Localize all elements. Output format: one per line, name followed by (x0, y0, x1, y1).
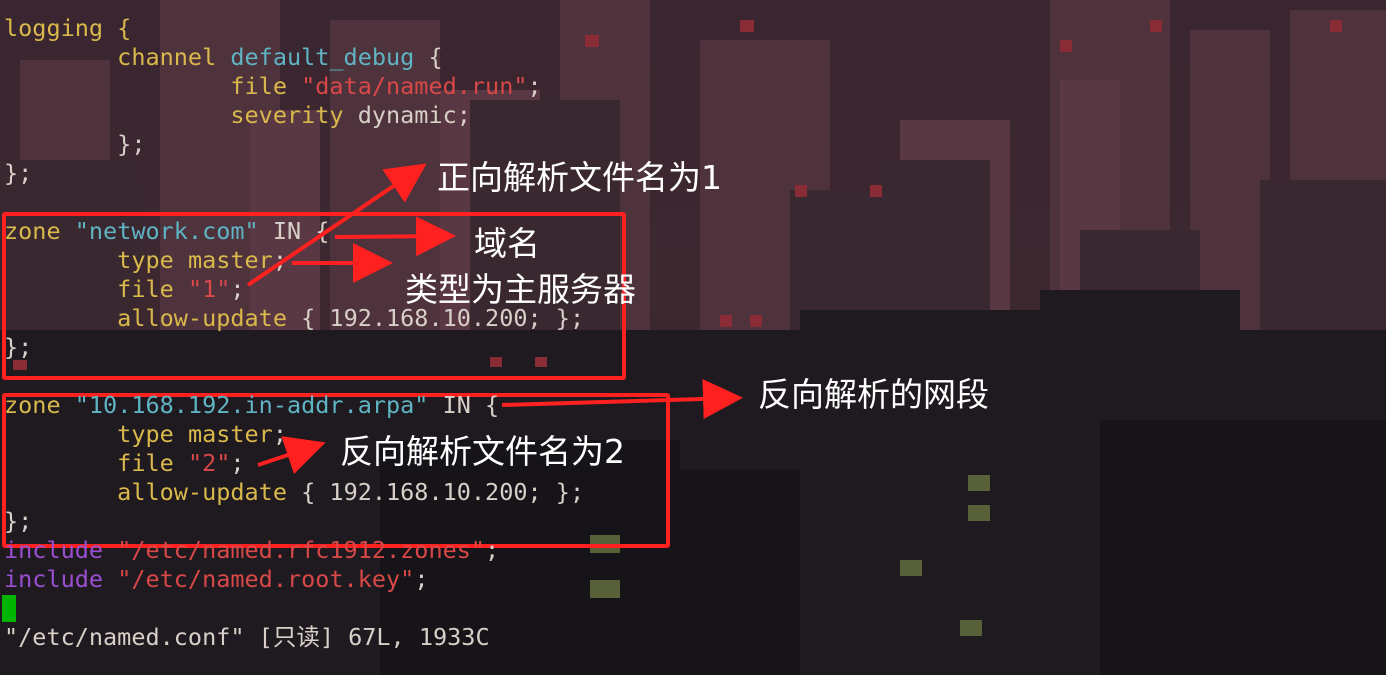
code-token: ; (527, 72, 542, 100)
code-token: include (4, 536, 118, 564)
code-token: { (414, 43, 443, 71)
code-line: }; (4, 333, 32, 362)
code-line: allow-update { 192.168.10.200; }; (4, 304, 584, 333)
code-token: ; (414, 565, 429, 593)
code-token: file (4, 275, 188, 303)
code-token: }; (4, 333, 33, 361)
code-token: IN { (258, 217, 330, 245)
code-token: ; (272, 420, 287, 448)
code-token: allow-update (4, 478, 302, 506)
code-token: "/etc/named.root.key" (117, 565, 415, 593)
code-token: default_debug (230, 43, 415, 71)
code-token: channel (4, 43, 231, 71)
code-token: dynamic; (357, 101, 471, 129)
vim-editor[interactable]: logging { channel default_debug { file "… (0, 0, 1386, 675)
code-line: include "/etc/named.root.key"; (4, 565, 428, 594)
code-token: zone (4, 391, 75, 419)
code-line: type master; (4, 246, 287, 275)
code-line: }; (4, 159, 32, 188)
code-token: }; (4, 507, 33, 535)
code-token: severity (4, 101, 358, 129)
code-token: ; (230, 449, 245, 477)
code-line: severity dynamic; (4, 101, 471, 130)
code-token: "/etc/named.rfc1912.zones" (117, 536, 486, 564)
code-token: allow-update (4, 304, 302, 332)
code-token: type (4, 246, 188, 274)
code-token: "10.168.192.in-addr.arpa" (74, 391, 429, 419)
code-token: logging { (4, 14, 132, 42)
code-token: }; (4, 130, 146, 158)
code-token: IN { (428, 391, 500, 419)
code-token: ; (230, 275, 245, 303)
code-token: ; (272, 246, 287, 274)
code-token: master (187, 420, 273, 448)
code-token: file (4, 449, 188, 477)
code-token: "1" (187, 275, 231, 303)
code-line: }; (4, 130, 145, 159)
code-line: file "1"; (4, 275, 245, 304)
code-token: "2" (187, 449, 231, 477)
code-line: file "2"; (4, 449, 245, 478)
code-token: "network.com" (74, 217, 259, 245)
status-line: "/etc/named.conf" [只读] 67L, 1933C (4, 623, 490, 651)
code-line: zone "10.168.192.in-addr.arpa" IN { (4, 391, 499, 420)
code-line: logging { (4, 14, 131, 43)
code-token: ; (485, 536, 500, 564)
code-line: file "data/named.run"; (4, 72, 542, 101)
code-token: file (4, 72, 302, 100)
code-token: zone (4, 217, 75, 245)
code-token: type (4, 420, 188, 448)
code-line: allow-update { 192.168.10.200; }; (4, 478, 584, 507)
code-token: { 192.168.10.200; }; (301, 304, 585, 332)
code-token: master (187, 246, 273, 274)
code-line: }; (4, 507, 32, 536)
code-token: include (4, 565, 118, 593)
code-line: zone "network.com" IN { (4, 217, 329, 246)
code-token: }; (4, 159, 33, 187)
code-token: "data/named.run" (301, 72, 528, 100)
code-line: type master; (4, 420, 287, 449)
code-line: channel default_debug { (4, 43, 443, 72)
code-line: include "/etc/named.rfc1912.zones"; (4, 536, 499, 565)
code-token: { 192.168.10.200; }; (301, 478, 585, 506)
